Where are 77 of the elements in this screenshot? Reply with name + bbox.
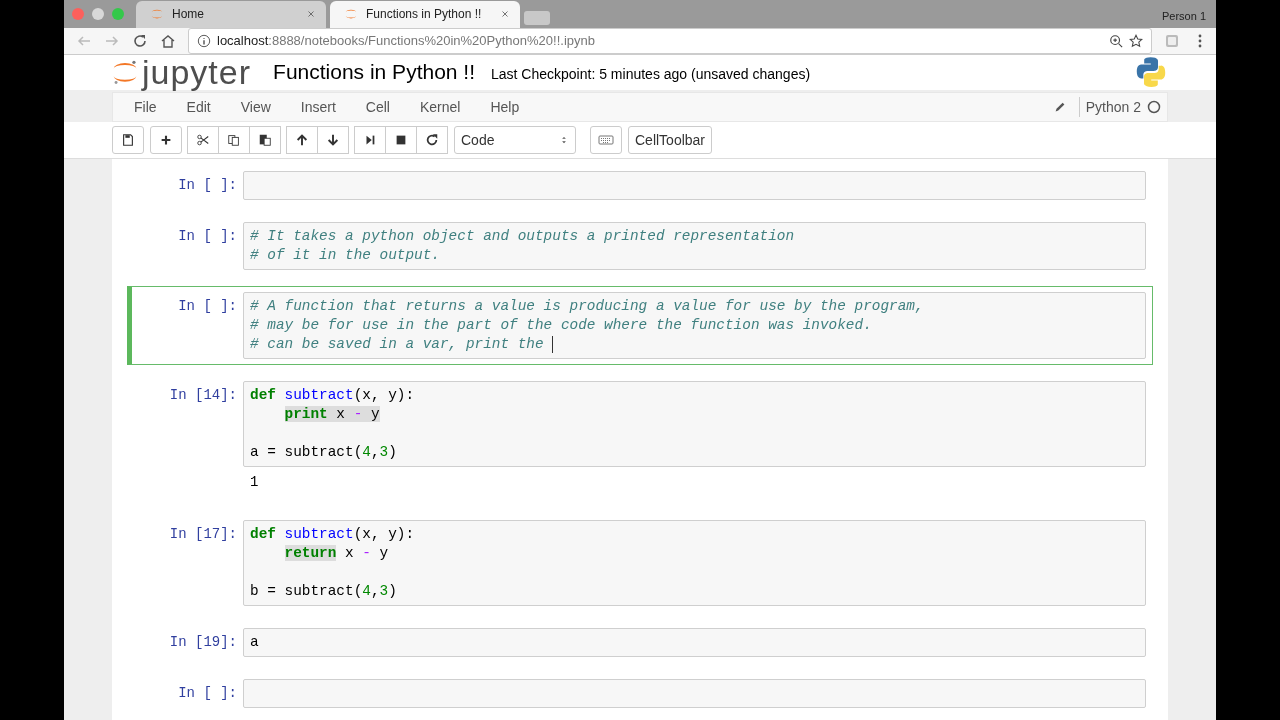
code-line: def subtract(x, y):: [250, 525, 416, 544]
paste-icon: [258, 133, 272, 147]
copy-icon: [227, 133, 241, 147]
cell-output: 1: [249, 473, 260, 492]
extension-icon: [1164, 32, 1180, 49]
zoom-icon: [1109, 33, 1123, 48]
menu-item[interactable]: Cell: [350, 98, 405, 115]
notebook-cell[interactable]: In [ ]: # A function that returns a value is producing a value for use by the program, # may be for use in the part of the code where the function was invoked. # can be saved in a var, print the: [127, 286, 1153, 365]
cut-button[interactable]: [187, 126, 219, 154]
notebook-cell[interactable]: In [19]: a: [127, 622, 1153, 663]
menu-item[interactable]: Help: [475, 98, 535, 115]
code-line: return x - y: [283, 544, 390, 563]
code-input[interactable]: a: [243, 628, 1146, 657]
code-line: # of it in the output.: [250, 246, 441, 265]
menu-item[interactable]: File: [119, 98, 172, 115]
browser-tab[interactable]: Home: [136, 0, 326, 28]
menu-item[interactable]: Edit: [171, 98, 226, 115]
input-prompt: In [ ]:: [177, 176, 238, 195]
arrow-down-icon: [326, 133, 340, 147]
code-input[interactable]: [243, 171, 1146, 200]
plus-icon: [159, 133, 173, 147]
save-icon: [121, 133, 135, 147]
insert-cell-button[interactable]: [150, 126, 182, 154]
reload-icon: [425, 133, 439, 147]
run-button[interactable]: [354, 126, 386, 154]
notebook-cell[interactable]: In [17]: def subtract(x, y): return x - y b = subtract(4,3): [127, 514, 1153, 612]
scissors-icon: [196, 133, 210, 147]
code-line: a = subtract(4,3): [250, 443, 398, 462]
input-prompt: In [ ]:: [177, 297, 238, 316]
notebook-title[interactable]: Functions in Python !!: [273, 60, 475, 85]
checkpoint-status: Last Checkpoint: 5 minutes ago (unsaved changes): [491, 66, 812, 83]
code-input[interactable]: def subtract(x, y): return x - y b = subtract(4,3): [243, 520, 1146, 606]
stop-button[interactable]: [385, 126, 417, 154]
code-line: # It takes a python object and outputs a printed representation: [250, 227, 796, 246]
code-input[interactable]: [243, 679, 1146, 708]
profile-name[interactable]: Person 1: [1161, 10, 1206, 22]
code-line: def subtract(x, y):: [250, 386, 416, 405]
kernel-name[interactable]: Python 2: [1078, 96, 1147, 117]
notebook-cell[interactable]: In [ ]:: [127, 165, 1153, 206]
code-line: # can be saved in a var, print the: [250, 335, 1139, 354]
celltoolbar-button[interactable]: CellToolbar: [628, 126, 713, 154]
paste-button[interactable]: [249, 126, 281, 154]
reload-icon: [132, 32, 148, 49]
restart-button[interactable]: [416, 126, 448, 154]
code-input[interactable]: def subtract(x, y): print x - y a = subtract(4,3): [243, 381, 1146, 467]
input-prompt: In [ ]:: [177, 227, 238, 246]
move-down-button[interactable]: [317, 126, 349, 154]
python-logo-icon: [1134, 55, 1168, 90]
input-prompt: In [ ]:: [177, 684, 238, 703]
notebook-cell[interactable]: In [ ]: # It takes a python object and outputs a printed representation # of it in the output.: [127, 216, 1153, 276]
keyboard-icon: [598, 132, 614, 148]
code-input[interactable]: # It takes a python object and outputs a printed representation # of it in the output.: [243, 222, 1146, 270]
code-line: # A function that returns a value is producing a value for use by the program,: [250, 297, 925, 316]
input-prompt: In [19]:: [168, 633, 238, 652]
code-line: # may be for use in the part of the code where the function was invoked.: [250, 316, 873, 335]
menu-item[interactable]: Kernel: [404, 98, 476, 115]
menu-item[interactable]: Insert: [285, 98, 351, 115]
code-line: a: [250, 633, 260, 652]
copy-button[interactable]: [218, 126, 250, 154]
menu-item[interactable]: View: [225, 98, 286, 115]
home-icon: [160, 32, 176, 49]
input-prompt: In [14]:: [168, 386, 238, 405]
code-input[interactable]: # A function that returns a value is producing a value for use by the program, # may be for use in the part of the code where the function was invoked. # can be saved in a var, print the: [243, 292, 1146, 359]
save-button[interactable]: [112, 126, 144, 154]
address-bar[interactable]: localhost:8888/notebooks/Functions%20in%20Python%20!!.ipynb: [188, 27, 1152, 54]
arrow-up-icon: [295, 133, 309, 147]
cell-type-dropdown[interactable]: Code: [454, 126, 576, 154]
move-up-button[interactable]: [286, 126, 318, 154]
jupyter-logo-text[interactable]: jupyter: [142, 55, 252, 90]
notebook-cell[interactable]: In [ ]:: [127, 673, 1153, 714]
input-prompt: In [17]:: [168, 525, 238, 544]
code-line: b = subtract(4,3): [250, 582, 398, 601]
star-icon: [1129, 33, 1143, 48]
info-icon: [197, 33, 211, 48]
stop-icon: [394, 133, 408, 147]
notebook-cell[interactable]: In [14]: def subtract(x, y): print x - y a = subtract(4,3) 1: [127, 375, 1153, 504]
browser-tab[interactable]: Functions in Python !!: [330, 0, 520, 28]
